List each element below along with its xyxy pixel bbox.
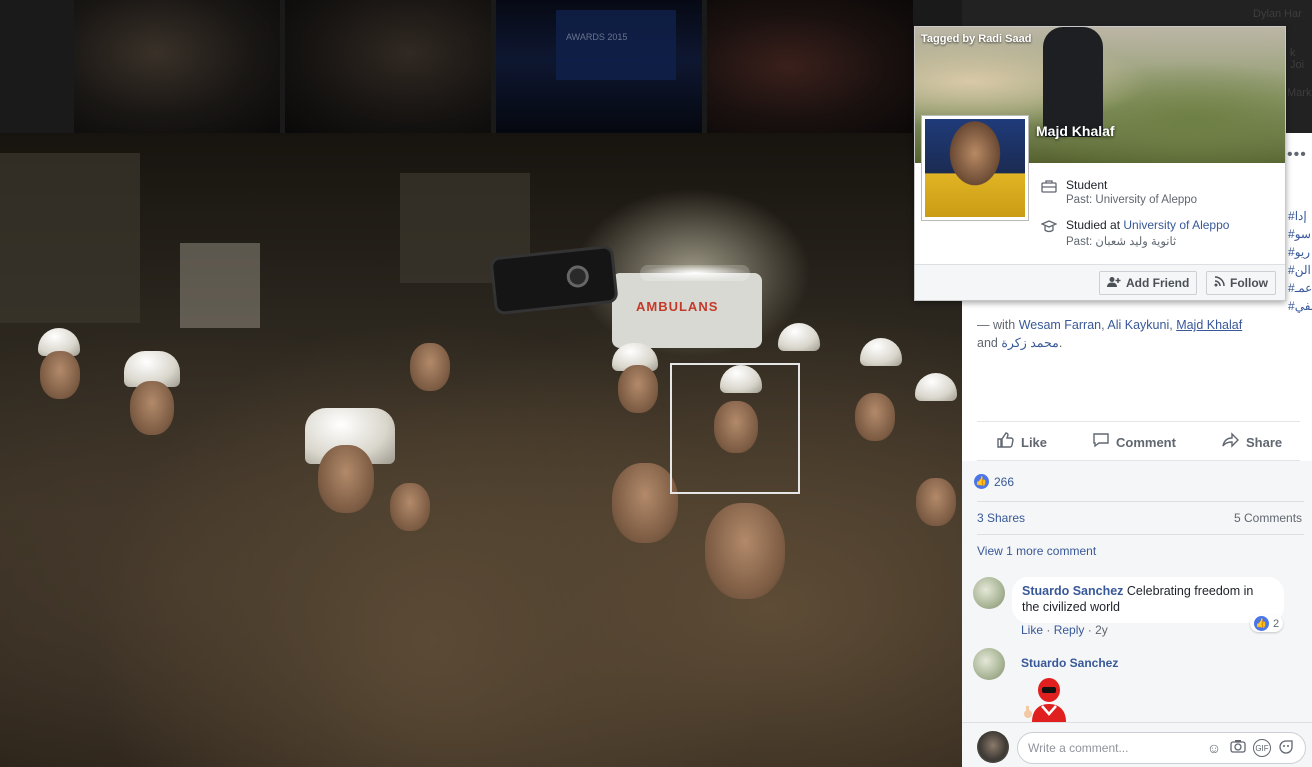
comment-meta: Like · Reply · 2y	[1021, 623, 1108, 637]
hashtag[interactable]: #الن	[1288, 261, 1312, 279]
profile-picture[interactable]	[922, 116, 1028, 220]
hashtag[interactable]: #سو	[1288, 225, 1312, 243]
comment-like-link[interactable]: Like	[1021, 623, 1043, 637]
emoji-icon[interactable]: ☺	[1205, 739, 1223, 757]
comment-author-link[interactable]: Stuardo Sanchez	[1022, 584, 1123, 598]
tagged-person-link[interactable]: Wesam Farran	[1019, 318, 1101, 332]
follow-button[interactable]: Follow	[1206, 271, 1276, 295]
camera-icon[interactable]	[1229, 739, 1247, 757]
thumbnail-1[interactable]	[74, 0, 280, 133]
view-more-comments-link[interactable]: View 1 more comment	[977, 544, 1096, 558]
graduation-cap-icon	[1040, 219, 1058, 233]
sidebar-ghost-name: Mark	[1287, 87, 1312, 99]
post-hashtags: #إدا #سو #ريو #الن #عمـ #سيلفي	[1288, 207, 1312, 315]
commenter-avatar[interactable]	[973, 577, 1005, 609]
thumbnail-2[interactable]	[285, 0, 491, 133]
comment-input-placeholder: Write a comment...	[1028, 741, 1129, 755]
briefcase-icon	[1041, 179, 1057, 193]
education-line: Studied at University of Aleppo	[1066, 218, 1229, 232]
thumbs-up-icon	[997, 432, 1015, 452]
comments-count-link[interactable]: 5 Comments	[1234, 511, 1302, 525]
comment-bubble: Stuardo Sanchez Celebrating freedom in t…	[1012, 577, 1284, 623]
thumbnail-4[interactable]	[707, 0, 913, 133]
share-label: Share	[1246, 434, 1283, 450]
comment-reaction-count[interactable]: 👍 2	[1250, 615, 1284, 632]
sidebar-ghost-name: k Joi	[1290, 47, 1305, 71]
like-button[interactable]: Like	[997, 432, 1047, 452]
post-action-bar: Like Comment Share	[977, 421, 1300, 461]
add-friend-label: Add Friend	[1126, 276, 1190, 290]
ambulance: AMBULANS	[612, 265, 762, 348]
tagged-by-label: Tagged by Radi Saad	[921, 33, 1032, 45]
divider	[977, 534, 1304, 535]
comment-author-link[interactable]: Stuardo Sanchez	[1021, 656, 1118, 670]
face-tag-box[interactable]	[670, 363, 800, 494]
my-avatar[interactable]	[977, 731, 1009, 763]
gif-icon[interactable]: GIF	[1253, 739, 1271, 757]
photo-viewer: AWARDS 2015 Dylan Har k Joi Mark AMBULAN…	[0, 0, 1312, 767]
school-link[interactable]: University of Aleppo	[1123, 218, 1229, 232]
hashtag[interactable]: #إدا	[1288, 207, 1312, 225]
studied-at-prefix: Studied at	[1066, 218, 1124, 232]
divider	[977, 501, 1304, 502]
power-ranger-sticker-icon	[1020, 676, 1078, 722]
tagged-people-line: — with Wesam Farran, Ali Kaykuni, Majd K…	[977, 316, 1297, 352]
hashtag[interactable]: #سيلفي	[1288, 297, 1312, 315]
thumbnail-3[interactable]: AWARDS 2015	[496, 0, 702, 133]
comment-reply-link[interactable]: Reply	[1054, 623, 1085, 637]
tagged-person-link[interactable]: Majd Khalaf	[1176, 318, 1242, 332]
comment-button[interactable]: Comment	[1092, 432, 1176, 452]
hovercard-name-link[interactable]: Majd Khalaf	[1036, 123, 1115, 139]
phone-in-photo	[489, 244, 619, 316]
sidebar-ghost-name: Dylan Har	[1253, 8, 1302, 20]
work-title-link[interactable]: Student	[1066, 178, 1107, 192]
sticker-icon[interactable]	[1277, 739, 1295, 757]
shares-link[interactable]: 3 Shares	[977, 511, 1025, 525]
with-prefix: — with	[977, 318, 1019, 332]
like-reaction-icon: 👍	[974, 474, 989, 489]
reaction-summary[interactable]: 👍 266	[974, 474, 1014, 489]
post-options-button[interactable]: •••	[1287, 146, 1307, 164]
follow-label: Follow	[1230, 276, 1268, 290]
profile-hovercard: Tagged by Radi Saad Majd Khalaf Student …	[914, 26, 1286, 301]
work-past: Past: University of Aleppo	[1066, 194, 1198, 206]
comment-label: Comment	[1116, 434, 1176, 450]
hashtag[interactable]: #عمـ	[1288, 279, 1312, 297]
add-friend-button[interactable]: Add Friend	[1099, 271, 1198, 295]
hovercard-footer: Add Friend Follow	[915, 264, 1285, 300]
composer-icons: ☺ GIF	[1205, 739, 1295, 757]
education-past: Past: ثانوية وليد شعبان	[1066, 236, 1177, 248]
main-photo[interactable]: AMBULANS	[0, 133, 962, 767]
share-arrow-icon	[1222, 432, 1240, 452]
add-person-icon	[1107, 276, 1121, 291]
like-reaction-icon: 👍	[1254, 616, 1269, 631]
tagged-person-link[interactable]: محمد زكرة	[1001, 336, 1058, 350]
speech-bubble-icon	[1092, 432, 1110, 452]
reaction-count: 266	[994, 474, 1015, 489]
like-label: Like	[1021, 434, 1048, 450]
share-button[interactable]: Share	[1222, 432, 1282, 452]
comment-age[interactable]: 2y	[1095, 623, 1108, 637]
rss-follow-icon	[1214, 276, 1225, 290]
and-text: and	[977, 336, 1002, 350]
commenter-avatar[interactable]	[973, 648, 1005, 680]
tagged-person-link[interactable]: Ali Kaykuni	[1107, 318, 1169, 332]
comment-reaction-number: 2	[1273, 617, 1280, 630]
ambulance-label: AMBULANS	[636, 299, 719, 314]
period: .	[1058, 336, 1063, 350]
photo-thumbnail-strip: AWARDS 2015	[0, 0, 962, 133]
hashtag[interactable]: #ريو	[1288, 243, 1312, 261]
